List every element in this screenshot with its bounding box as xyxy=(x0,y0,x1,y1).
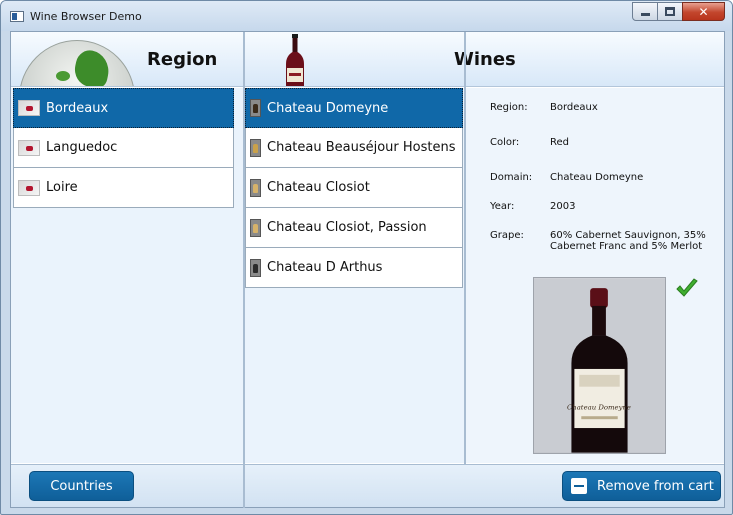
wine-detail-panel: Region: Bordeaux Color: Red Domain: Chat… xyxy=(466,88,724,463)
detail-row-grape: Grape: 60% Cabernet Sauvignon, 35% Caber… xyxy=(466,230,724,260)
detail-row-region: Region: Bordeaux xyxy=(466,102,724,137)
bottle-label-text: Chateau Domeyne xyxy=(567,403,631,411)
region-list-panel: Bordeaux Languedoc Loire xyxy=(11,88,243,463)
region-title: Region xyxy=(147,49,218,70)
minus-icon xyxy=(571,478,587,494)
app-window: Wine Browser Demo ✕ Region Wines Bordeau… xyxy=(0,0,733,515)
window-controls: ✕ xyxy=(632,2,725,21)
region-map-icon xyxy=(18,100,40,116)
wine-item-label: Chateau D Arthus xyxy=(267,260,383,275)
wine-bottle-icon xyxy=(286,34,304,86)
globe-land xyxy=(71,47,113,86)
detail-value: 60% Cabernet Sauvignon, 35% Cabernet Fra… xyxy=(550,230,706,252)
region-list: Bordeaux Languedoc Loire xyxy=(11,88,243,208)
minimize-button[interactable] xyxy=(632,2,658,21)
minimize-icon xyxy=(640,13,650,16)
wine-item-label: Chateau Closiot, Passion xyxy=(267,220,427,235)
wine-item[interactable]: Chateau Closiot, Passion xyxy=(245,208,463,248)
region-header: Region xyxy=(11,32,243,87)
region-map-icon xyxy=(18,179,40,196)
window-title: Wine Browser Demo xyxy=(30,10,142,23)
maximize-icon xyxy=(665,7,675,16)
remove-from-cart-button[interactable]: Remove from cart xyxy=(562,471,721,501)
detail-value: Bordeaux xyxy=(550,102,598,113)
region-item-loire[interactable]: Loire xyxy=(13,168,234,208)
wine-item[interactable]: Chateau Beauséjour Hostens xyxy=(245,128,463,168)
wine-list: Chateau Domeyne Chateau Beauséjour Hoste… xyxy=(245,88,464,288)
wine-item-label: Chateau Beauséjour Hostens xyxy=(267,140,456,155)
detail-value: Chateau Domeyne xyxy=(550,172,644,183)
wine-bottle-icon xyxy=(250,218,261,237)
wine-item[interactable]: Chateau Domeyne xyxy=(245,88,463,128)
detail-key: Grape: xyxy=(490,230,524,241)
checkmark-icon xyxy=(676,278,698,297)
wines-header: Wines xyxy=(245,32,724,87)
wine-bottle-icon xyxy=(250,178,261,197)
detail-key: Domain: xyxy=(490,172,533,183)
app-icon xyxy=(10,11,24,22)
detail-row-color: Color: Red xyxy=(466,137,724,172)
close-icon: ✕ xyxy=(698,4,709,19)
region-item-bordeaux[interactable]: Bordeaux xyxy=(13,88,234,128)
wine-bottle-icon xyxy=(250,99,261,117)
detail-value: Red xyxy=(550,137,569,148)
region-map-icon xyxy=(18,139,40,156)
wine-photo: Chateau Domeyne xyxy=(533,277,666,454)
globe-land-small xyxy=(56,71,70,81)
remove-from-cart-label: Remove from cart xyxy=(597,478,714,494)
region-item-languedoc[interactable]: Languedoc xyxy=(13,128,234,168)
wine-bottle-icon xyxy=(250,258,261,277)
detail-row-domain: Domain: Chateau Domeyne xyxy=(466,172,724,201)
wine-list-panel: Chateau Domeyne Chateau Beauséjour Hoste… xyxy=(245,88,464,463)
region-item-label: Loire xyxy=(46,180,78,195)
wine-item[interactable]: Chateau D Arthus xyxy=(245,248,463,288)
client-area: Region Wines Bordeaux Languedoc Loire Ch… xyxy=(10,31,725,508)
title-bar[interactable]: Wine Browser Demo ✕ xyxy=(1,1,732,31)
detail-row-year: Year: 2003 xyxy=(466,201,724,230)
wine-item-label: Chateau Domeyne xyxy=(267,100,389,116)
wine-item[interactable]: Chateau Closiot xyxy=(245,168,463,208)
countries-button[interactable]: Countries xyxy=(29,471,134,501)
bottom-toolbar: Countries Remove from cart xyxy=(11,464,724,508)
detail-key: Year: xyxy=(490,201,515,212)
wine-detail: Region: Bordeaux Color: Red Domain: Chat… xyxy=(466,88,724,260)
region-item-label: Bordeaux xyxy=(46,100,109,116)
detail-value: 2003 xyxy=(550,201,576,212)
globe-icon xyxy=(19,40,135,86)
close-button[interactable]: ✕ xyxy=(682,2,725,21)
wine-bottle-icon xyxy=(250,138,261,157)
wine-item-label: Chateau Closiot xyxy=(267,180,370,195)
detail-key: Color: xyxy=(490,137,520,148)
maximize-button[interactable] xyxy=(657,2,683,21)
countries-button-label: Countries xyxy=(50,478,113,494)
toolbar-divider xyxy=(243,465,245,508)
region-item-label: Languedoc xyxy=(46,140,118,155)
detail-key: Region: xyxy=(490,102,528,113)
